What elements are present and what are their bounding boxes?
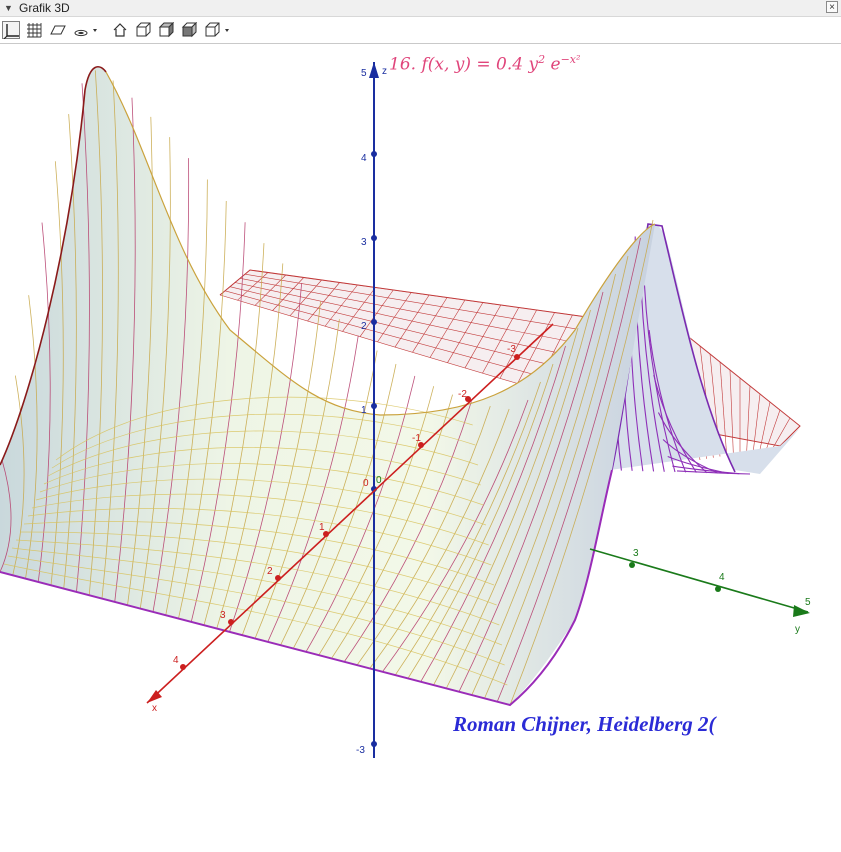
z-tick-2: 2 [361, 321, 367, 332]
grid-icon [27, 23, 42, 38]
grid-toggle-button[interactable] [25, 21, 43, 39]
projection-menu-button[interactable] [71, 21, 101, 39]
view-title: Grafik 3D [19, 1, 70, 15]
z-tick-dot [371, 235, 377, 241]
x-tick-4: 4 [173, 655, 179, 666]
x-tick-0: 0 [363, 478, 369, 489]
y-tick-0: 0 [376, 475, 382, 486]
author-credit: Roman Chijner, Heidelberg 2( [453, 712, 716, 736]
y-tick-3: 3 [633, 548, 639, 559]
z-tick-dot [371, 319, 377, 325]
cube-front-icon [136, 22, 151, 37]
cube-rotate-icon [205, 22, 229, 37]
x-tick-neg1: -1 [412, 433, 421, 444]
y-tick-4: 4 [719, 572, 725, 583]
axes-icon [4, 24, 19, 39]
plane-icon [50, 25, 66, 35]
function-title: 16. f(x, y) = 0.4 y2 e−x² [389, 53, 581, 75]
collapse-triangle-icon[interactable]: ▼ [4, 3, 13, 13]
y-tick-dot [715, 586, 721, 592]
z-tick-dot [371, 741, 377, 747]
x-tick-2: 2 [267, 566, 273, 577]
z-tick-3: 3 [361, 237, 367, 248]
x-tick-dot [180, 664, 186, 670]
projection-icon [74, 29, 97, 37]
home-view-button[interactable] [111, 21, 129, 39]
view-top-button[interactable] [180, 21, 198, 39]
x-tick-neg2: -2 [458, 389, 467, 400]
main-surface [0, 66, 656, 707]
z-tick-1: 1 [361, 405, 367, 416]
x-tick-3: 3 [220, 610, 226, 621]
close-view-button[interactable]: × [826, 1, 838, 13]
x-axis-name: x [152, 703, 157, 714]
x-tick-1: 1 [319, 522, 325, 533]
z-tick-dot [371, 151, 377, 157]
graphics-3d-toolbar [0, 17, 841, 44]
z-tick-5: 5 [361, 68, 367, 79]
x-tick-dot [275, 575, 281, 581]
z-tick-4: 4 [361, 153, 367, 164]
z-tick-neg3: -3 [356, 745, 365, 756]
y-axis-name: y [795, 624, 800, 635]
plane-toggle-button[interactable] [49, 21, 67, 39]
cube-top-icon [181, 22, 197, 38]
view-title-bar: ▼ Grafik 3D × [0, 0, 841, 17]
cube-side-icon [158, 22, 174, 38]
home-icon [113, 23, 127, 37]
view-front-button[interactable] [134, 21, 152, 39]
y-axis [589, 548, 810, 617]
y-tick-dot [629, 562, 635, 568]
view-rotate-menu-button[interactable] [203, 21, 233, 39]
x-tick-dot [228, 619, 234, 625]
z-axis-name: z [382, 66, 387, 77]
view-side-button[interactable] [157, 21, 175, 39]
axes-toggle-button[interactable] [2, 21, 20, 39]
z-tick-dot [371, 403, 377, 409]
x-tick-neg3: -3 [507, 344, 516, 355]
y-tick-5: 5 [805, 597, 811, 608]
z-tick-dot [371, 71, 377, 77]
